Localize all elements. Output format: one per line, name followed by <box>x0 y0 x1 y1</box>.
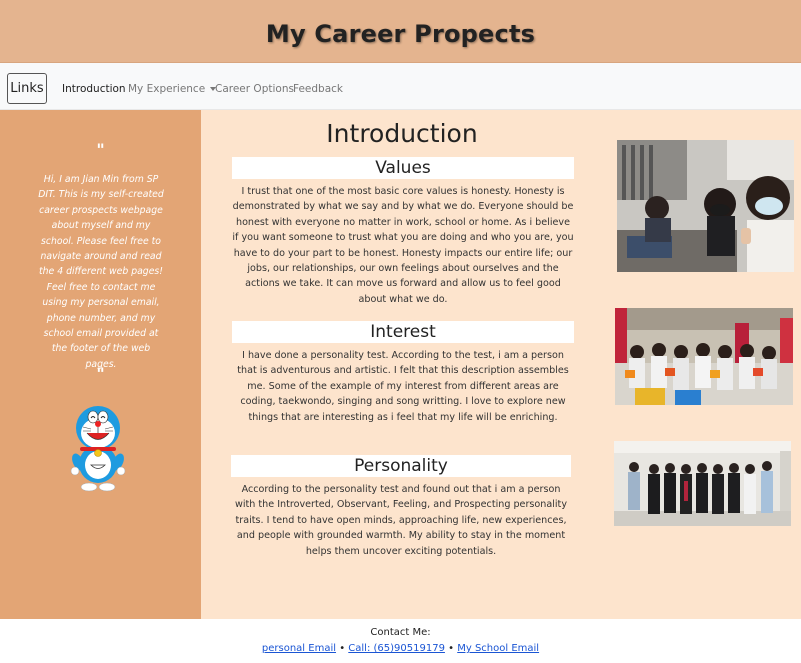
open-quote: " <box>96 140 105 159</box>
nav-brand-links[interactable]: Links <box>7 73 47 104</box>
page-footer: Contact Me: personal Email • Call: (65)9… <box>0 619 801 663</box>
doraemon-icon <box>70 406 126 492</box>
navbar: Links Introduction My Experience Career … <box>0 63 801 110</box>
personality-heading: Personality <box>231 455 571 477</box>
close-quote: " <box>96 364 105 383</box>
personality-text: According to the personality test and fo… <box>235 484 567 557</box>
sidebar: " Hi, I am Jian Min from SP DIT. This is… <box>0 110 201 619</box>
school-email-link[interactable]: My School Email <box>457 643 539 654</box>
classroom-selfie-photo <box>617 140 794 272</box>
values-text: I trust that one of the most basic core … <box>232 186 574 305</box>
personal-email-link[interactable]: personal Email <box>262 643 336 654</box>
section-heading-introduction: Introduction <box>326 119 478 148</box>
values-heading: Values <box>232 157 574 179</box>
nav-item-career-options[interactable]: Career Options <box>215 83 294 95</box>
interest-heading: Interest <box>232 321 574 343</box>
main-content: Introduction Values I trust that one of … <box>201 110 801 619</box>
graduation-group-photo <box>614 441 791 526</box>
contact-label: Contact Me: <box>370 627 431 638</box>
nav-item-feedback[interactable]: Feedback <box>293 83 343 95</box>
contact-links: personal Email • Call: (65)90519179 • My… <box>0 643 801 654</box>
separator-2: • <box>448 643 455 654</box>
nav-item-introduction[interactable]: Introduction <box>62 83 126 95</box>
nav-item-my-experience[interactable]: My Experience <box>128 83 217 95</box>
sidebar-intro-text: Hi, I am Jian Min from SP DIT. This is m… <box>38 174 164 370</box>
call-link[interactable]: Call: (65)90519179 <box>348 643 445 654</box>
page-title: My Career Propects <box>265 20 536 48</box>
group-outdoor-photo <box>615 308 793 405</box>
nav-item-my-experience-label: My Experience <box>128 83 206 95</box>
page-header: My Career Propects <box>0 0 801 63</box>
interest-text: I have done a personality test. Accordin… <box>237 350 569 423</box>
separator-1: • <box>339 643 346 654</box>
